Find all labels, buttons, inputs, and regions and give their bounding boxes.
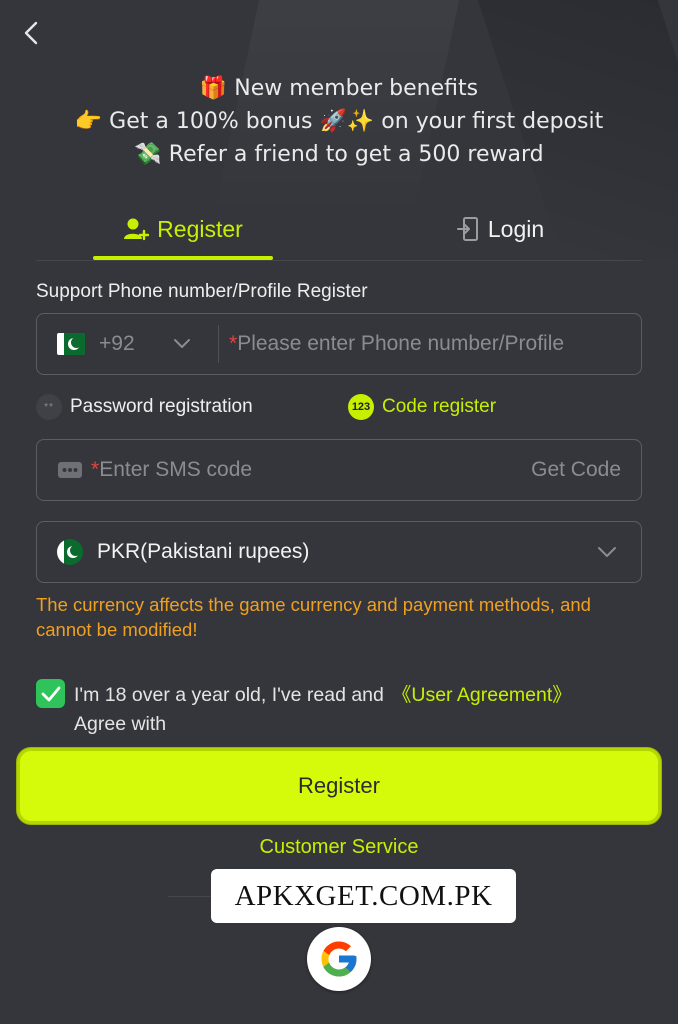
message-dots-icon — [57, 460, 83, 480]
checkmark-icon — [41, 686, 60, 701]
user-agreement-link[interactable]: 《User Agreement》 — [392, 684, 572, 706]
code-register-option[interactable]: 123 Code register — [348, 390, 496, 424]
tab-login-label: Login — [487, 215, 545, 242]
currency-warning: The currency affects the game currency a… — [36, 594, 591, 640]
tab-register-label: Register — [157, 215, 243, 242]
register-mode-selector: ** Password registration 123 Code regist… — [36, 390, 642, 424]
chevron-down-icon — [597, 546, 617, 558]
door-enter-icon — [456, 216, 480, 242]
phone-input[interactable]: * Please enter Phone number/Profile — [219, 332, 641, 356]
agreement-text: I'm 18 over a year old, I've read and 《Us… — [74, 681, 634, 739]
currency-select[interactable]: PKR(Pakistani rupees) — [36, 521, 642, 583]
chevron-left-icon — [24, 21, 38, 45]
code-register-label: Code register — [382, 396, 497, 417]
currency-value: PKR(Pakistani rupees) — [97, 540, 310, 563]
password-dots-icon: ** — [36, 394, 62, 420]
password-registration-label: Password registration — [70, 396, 253, 417]
code-123-icon: 123 — [348, 394, 374, 420]
benefit-referral: 💸 Refer a friend to get a 500 reward — [134, 142, 544, 167]
auth-tabs: Register Login — [0, 198, 678, 262]
phone-field: +92 * Please enter Phone number/Profile — [36, 313, 642, 375]
required-mark: * — [229, 332, 238, 355]
sms-placeholder: Enter SMS code — [99, 458, 253, 481]
register-button[interactable]: Register — [17, 748, 661, 824]
section-label: Support Phone number/Profile Register — [36, 281, 368, 302]
tab-login[interactable]: Login — [420, 198, 580, 260]
required-mark: * — [91, 458, 100, 481]
benefit-title: 🎁 New member benefits — [199, 76, 479, 101]
watermark-label: APKXGET.COM.PK — [211, 869, 516, 923]
country-code: +92 — [99, 332, 135, 355]
pakistan-flag-icon — [57, 539, 83, 565]
phone-placeholder: Please enter Phone number/Profile — [237, 332, 565, 355]
agreement-tail: Agree with — [74, 713, 167, 735]
sms-code-field[interactable]: *Enter SMS code Get Code — [36, 439, 642, 501]
tabs-divider — [36, 260, 642, 261]
google-logo-icon — [321, 941, 357, 977]
agreement-checkbox[interactable] — [36, 679, 65, 708]
password-registration-option[interactable]: ** Password registration — [36, 390, 253, 424]
tab-register[interactable]: Register — [93, 198, 273, 260]
google-login-button[interactable] — [307, 927, 371, 991]
user-plus-icon — [123, 217, 150, 241]
agreement-statement: I'm 18 over a year old, I've read and — [74, 684, 384, 706]
sms-code-input[interactable]: *Enter SMS code — [91, 458, 531, 482]
customer-service-link[interactable]: Customer Service — [0, 836, 678, 859]
country-code-selector[interactable]: +92 — [37, 325, 219, 363]
member-benefits: 🎁 New member benefits 👉 Get a 100% bonus… — [0, 72, 678, 171]
benefit-bonus: 👉 Get a 100% bonus 🚀✨ on your first depo… — [74, 109, 604, 134]
back-button[interactable] — [16, 18, 46, 48]
get-code-button[interactable]: Get Code — [531, 458, 621, 482]
chevron-down-icon — [173, 338, 191, 350]
pakistan-flag-icon — [57, 333, 85, 355]
